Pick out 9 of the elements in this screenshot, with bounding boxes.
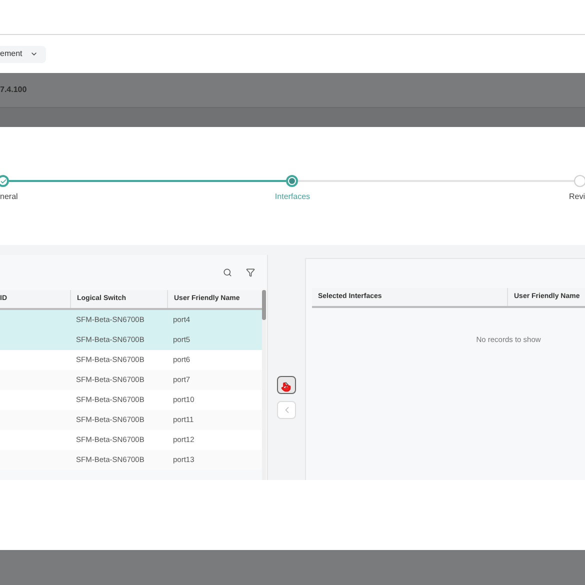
filter-icon[interactable] <box>246 268 255 277</box>
scrollbar-thumb[interactable] <box>262 290 266 320</box>
banner-title: 7.4.100 <box>0 84 27 96</box>
menu-dropdown[interactable]: ement <box>0 46 46 62</box>
caret-icon <box>30 50 38 58</box>
search-icon[interactable] <box>223 268 232 277</box>
step-label: Interfaces <box>274 191 310 203</box>
step-label: neral <box>0 191 19 203</box>
step-label: Revi <box>568 191 585 203</box>
